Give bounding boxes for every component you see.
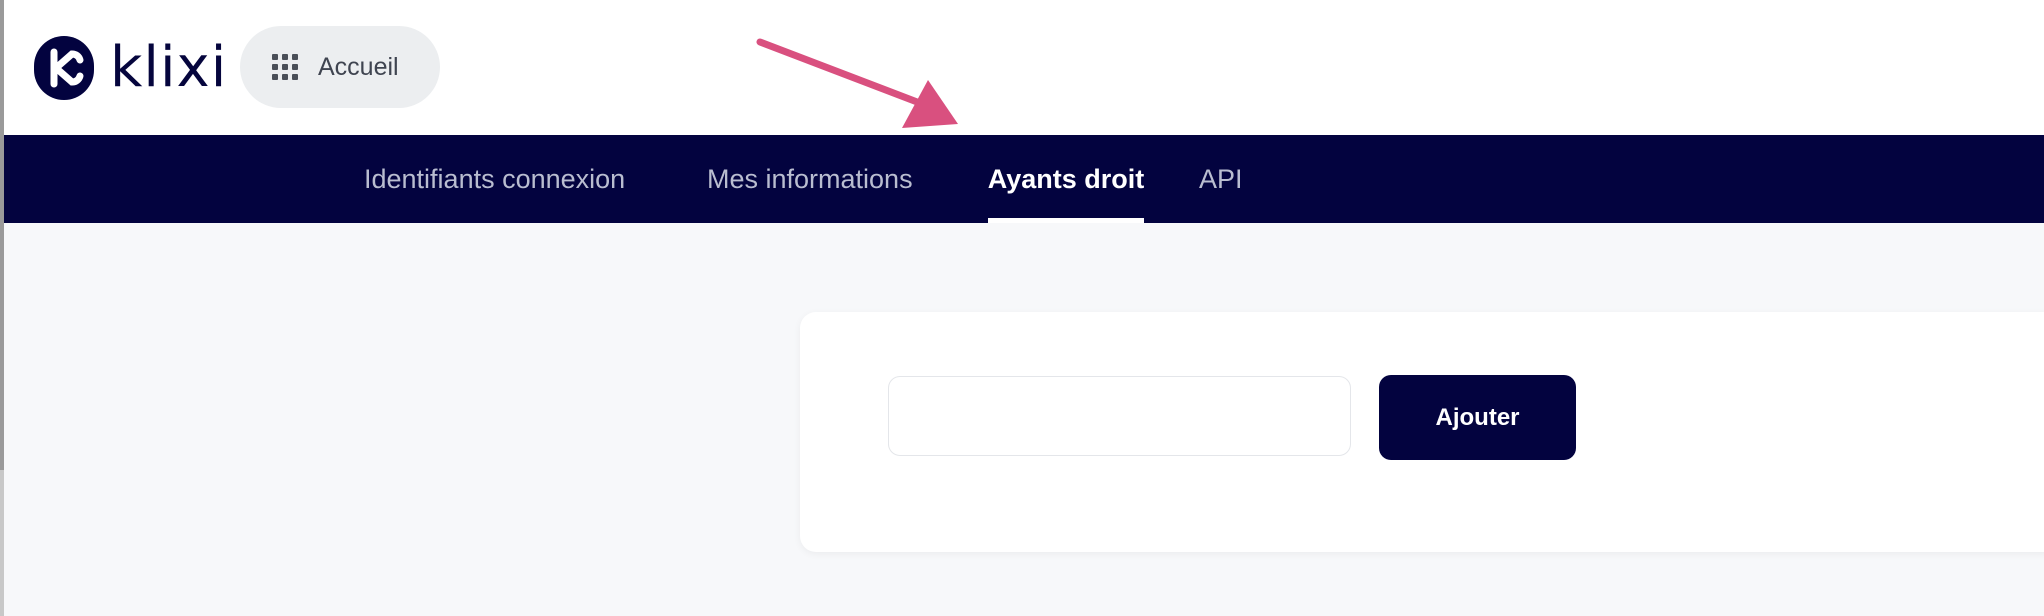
grid-icon	[272, 54, 298, 80]
klixi-logo[interactable]: klixi	[34, 30, 227, 106]
tab-mes-informations[interactable]: Mes informations	[707, 135, 913, 223]
tab-navigation: Identifiants connexion Mes informations …	[4, 135, 2044, 223]
ayant-droit-input[interactable]	[888, 376, 1351, 456]
add-button[interactable]: Ajouter	[1379, 375, 1576, 460]
window-left-edge-lower	[0, 470, 4, 616]
tab-ayants-droit[interactable]: Ayants droit	[988, 135, 1144, 223]
klixi-logo-mark-icon	[34, 36, 94, 100]
annotation-arrow-icon	[756, 38, 958, 128]
home-button[interactable]: Accueil	[240, 26, 440, 108]
top-header: klixi Accueil	[4, 0, 2044, 135]
tab-api[interactable]: API	[1199, 135, 1243, 223]
home-button-label: Accueil	[318, 52, 399, 81]
brand-name: klixi	[110, 35, 228, 100]
tab-identifiants-connexion[interactable]: Identifiants connexion	[364, 135, 625, 223]
